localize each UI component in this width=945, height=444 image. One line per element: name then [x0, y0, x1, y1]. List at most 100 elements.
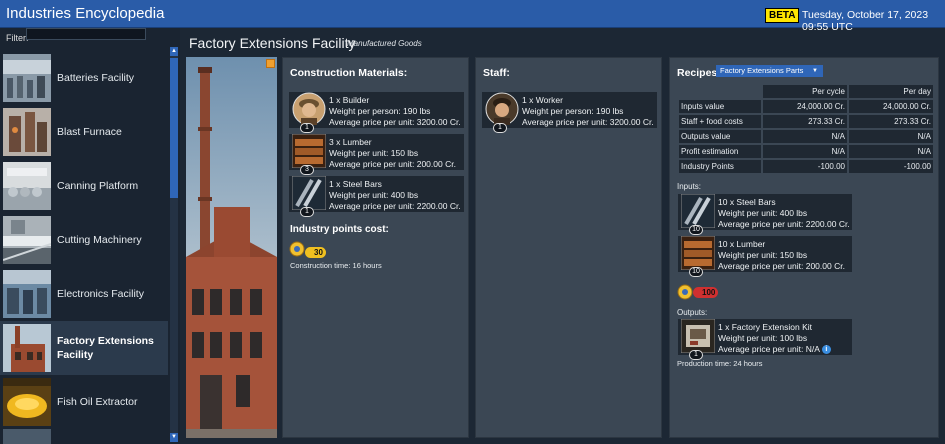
industry-points-title: Industry points cost: [290, 224, 389, 235]
recipe-input-item[interactable]: 10 10 x Steel Bars Weight per unit: 400 … [678, 193, 852, 235]
industry-points-icon [289, 241, 305, 257]
staff-item[interactable]: 1 1 x Worker Weight per person: 190 lbs … [482, 92, 657, 133]
row-label: Profit estimation [679, 145, 761, 158]
table-row: Industry Points -100.00 -100.00 [679, 160, 933, 173]
construction-time: Construction time: 16 hours [290, 261, 382, 270]
cell-per-cycle: 24,000.00 Cr. [763, 100, 847, 113]
image-expand-icon[interactable] [266, 59, 275, 68]
item-name: 10 x Steel Bars [718, 197, 776, 207]
worker-portrait-icon [485, 92, 519, 126]
column-header: Per cycle [763, 85, 847, 98]
table-row: Outputs value N/A N/A [679, 130, 933, 143]
row-label: Staff + food costs [679, 115, 761, 128]
lumber-icon [291, 133, 327, 169]
staff-panel: Staff: 1 1 x Worker Weight per person: 1… [475, 57, 662, 438]
recipe-output-item[interactable]: 1 1 x Factory Extension Kit Weight per u… [678, 318, 852, 360]
item-price: Average price per unit: N/A [718, 344, 820, 354]
industry-points-badge: 100 [693, 287, 719, 298]
sidebar-item-label: Cutting Machinery [57, 234, 142, 246]
cell-per-day: 24,000.00 Cr. [849, 100, 933, 113]
column-header: Per day [849, 85, 933, 98]
item-price: Average price per unit: 3200.00 Cr. [522, 117, 654, 127]
factory-extension-kit-icon [680, 318, 716, 354]
recipe-dropdown-value: Factory Extensions Parts [720, 66, 804, 75]
scroll-up-icon[interactable]: ▲ [170, 47, 178, 56]
item-details: 1 x Worker Weight per person: 190 lbs Av… [522, 95, 654, 128]
sidebar-item-label: Canning Platform [57, 180, 139, 192]
batteries-facility-thumb [3, 54, 51, 102]
scroll-thumb[interactable] [170, 58, 178, 198]
blast-furnace-thumb [3, 108, 51, 156]
quantity-badge: 1 [493, 123, 507, 133]
quantity-badge: 10 [689, 267, 703, 277]
cutting-machinery-thumb [3, 216, 51, 264]
sidebar-item-label: Electronics Facility [57, 288, 144, 300]
row-label: Outputs value [679, 130, 761, 143]
item-name: 10 x Lumber [718, 239, 766, 249]
recipe-input-item[interactable]: 10 10 x Lumber Weight per unit: 150 lbs … [678, 235, 852, 277]
item-details: 10 x Steel Bars Weight per unit: 400 lbs… [718, 197, 850, 230]
sidebar-item-electronics-facility[interactable]: Electronics Facility [0, 267, 168, 321]
lumber-icon [680, 235, 716, 271]
sidebar-item-blast-furnace[interactable]: Blast Furnace [0, 105, 168, 159]
industry-points-badge: 30 [305, 247, 326, 258]
table-row: Profit estimation N/A N/A [679, 145, 933, 158]
chevron-down-icon: ▼ [812, 68, 818, 74]
item-details: 10 x Lumber Weight per unit: 150 lbs Ave… [718, 239, 845, 272]
filter-input[interactable] [26, 28, 146, 40]
item-details: 1 x Builder Weight per person: 190 lbs A… [329, 95, 461, 128]
item-name: 1 x Factory Extension Kit [718, 322, 813, 332]
quantity-badge: 10 [689, 225, 703, 235]
sidebar-item-label: Batteries Facility [57, 72, 135, 84]
construction-title: Construction Materials: [290, 67, 408, 79]
item-price: Average price per unit: 200.00 Cr. [718, 261, 845, 271]
cell-per-day: 273.33 Cr. [849, 115, 933, 128]
app-title: Industries Encyclopedia [6, 5, 165, 22]
item-name: 3 x Lumber [329, 137, 372, 147]
construction-item[interactable]: 3 3 x Lumber Weight per unit: 150 lbs Av… [289, 133, 464, 175]
construction-item[interactable]: 1 1 x Builder Weight per person: 190 lbs… [289, 92, 464, 133]
item-name: 1 x Steel Bars [329, 179, 382, 189]
sidebar-item-partial[interactable] [0, 429, 168, 444]
staff-title: Staff: [483, 67, 510, 79]
scroll-down-icon[interactable]: ▼ [170, 433, 178, 442]
item-price: Average price per unit: 200.00 Cr. [329, 159, 456, 169]
fish-oil-extractor-thumb [3, 378, 51, 426]
item-price-row: Average price per unit: N/A i [718, 344, 831, 355]
builder-portrait-icon [292, 92, 326, 126]
table-row: Staff + food costs 273.33 Cr. 273.33 Cr. [679, 115, 933, 128]
recipe-cost-table: Per cycle Per day Inputs value 24,000.00… [677, 83, 935, 175]
table-row: Inputs value 24,000.00 Cr. 24,000.00 Cr. [679, 100, 933, 113]
recipes-panel: Recipes: Factory Extensions Parts ▼ Per … [669, 57, 939, 438]
cell-per-cycle: N/A [763, 130, 847, 143]
cell-per-cycle: N/A [763, 145, 847, 158]
sidebar-item-cutting-machinery[interactable]: Cutting Machinery [0, 213, 168, 267]
sidebar-item-canning-platform[interactable]: Canning Platform [0, 159, 168, 213]
sidebar-item-fish-oil-extractor[interactable]: Fish Oil Extractor [0, 375, 168, 429]
canning-platform-thumb [3, 162, 51, 210]
recipe-dropdown[interactable]: Factory Extensions Parts ▼ [716, 65, 823, 77]
info-icon[interactable]: i [821, 345, 831, 355]
cell-per-day: -100.00 [849, 160, 933, 173]
page-title: Factory Extensions Facility [189, 35, 356, 51]
outputs-label: Outputs: [677, 308, 708, 317]
sidebar-item-factory-extensions-facility[interactable]: Factory Extensions Facility [0, 321, 168, 375]
factory-extensions-thumb [3, 324, 51, 372]
steel-bars-icon [680, 193, 716, 229]
sidebar-item-label: Fish Oil Extractor [57, 396, 138, 408]
sidebar-scrollbar[interactable]: ▲ ▼ [170, 47, 178, 442]
item-weight: Weight per unit: 100 lbs [718, 333, 808, 343]
industry-points-icon [677, 284, 693, 300]
item-details: 1 x Factory Extension Kit Weight per uni… [718, 322, 831, 355]
quantity-badge: 1 [300, 207, 314, 217]
recipes-title: Recipes: [677, 67, 721, 79]
sidebar-item-batteries-facility[interactable]: Batteries Facility [0, 51, 168, 105]
beta-badge: BETA [765, 8, 800, 23]
row-label: Inputs value [679, 100, 761, 113]
construction-item[interactable]: 1 1 x Steel Bars Weight per unit: 400 lb… [289, 175, 464, 217]
filter-row: Filter: [6, 28, 146, 43]
row-label: Industry Points [679, 160, 761, 173]
electronics-facility-thumb [3, 270, 51, 318]
inputs-label: Inputs: [677, 182, 702, 191]
quantity-badge: 1 [300, 123, 314, 133]
